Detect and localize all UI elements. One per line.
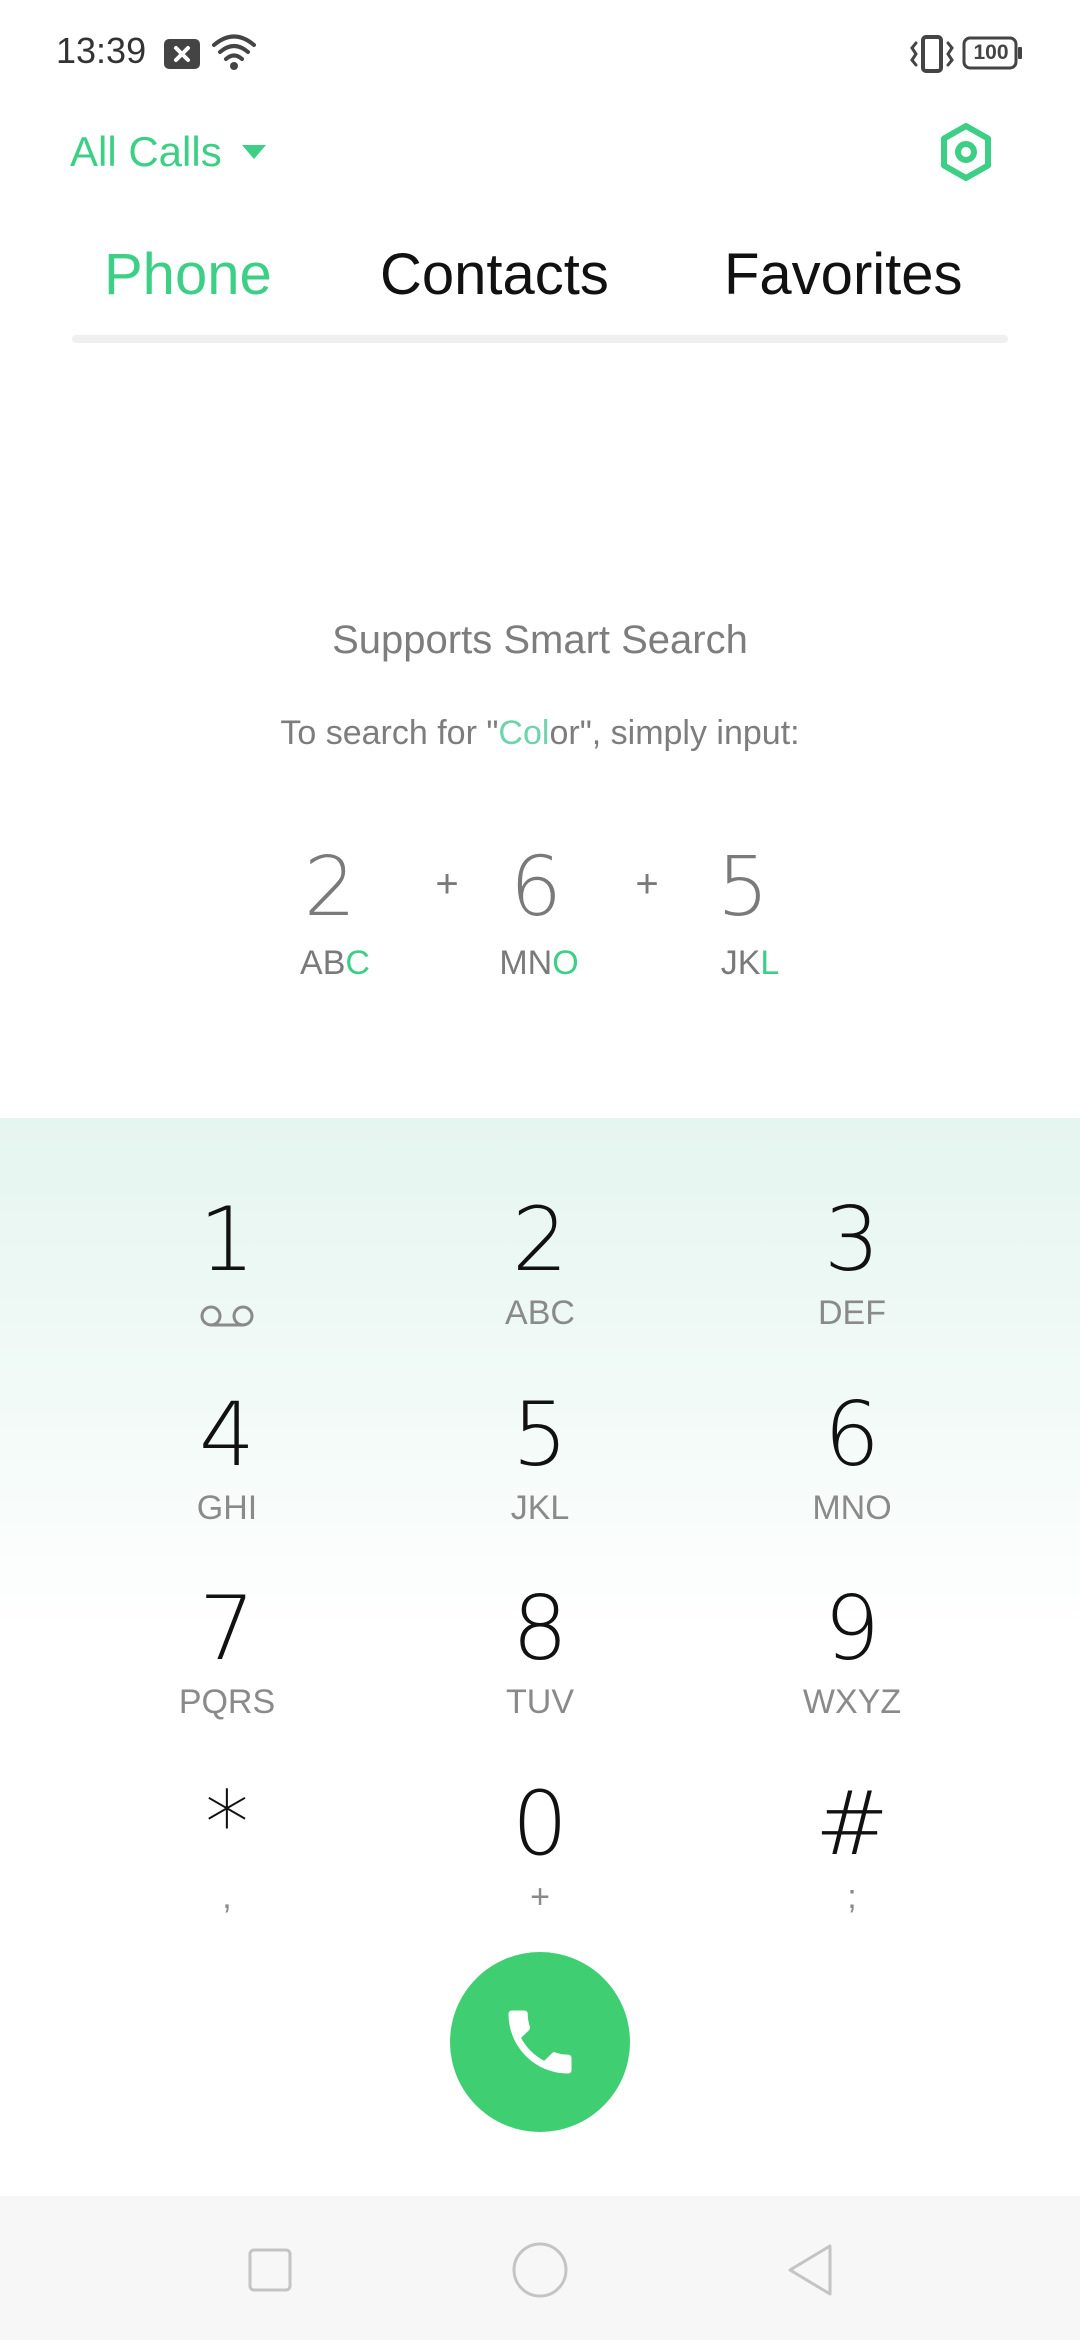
tab-favorites[interactable]: Favorites bbox=[724, 225, 963, 325]
example-digit: 5 bbox=[716, 840, 770, 935]
status-time: 13:39 bbox=[56, 30, 147, 71]
hint-highlight: Col bbox=[498, 714, 550, 752]
key-digit: 1 bbox=[199, 1188, 255, 1291]
key-7[interactable]: 7 PQRS bbox=[77, 1579, 377, 1759]
key-5[interactable]: 5 JKL bbox=[390, 1385, 690, 1565]
example-letters-plain: MN bbox=[499, 944, 553, 982]
status-bar: 13:39 100 bbox=[0, 0, 1080, 105]
recent-apps-icon[interactable] bbox=[240, 2240, 300, 2300]
example-letters: MNO bbox=[479, 944, 599, 983]
voicemail-icon bbox=[200, 1305, 254, 1327]
key-letters: TUV bbox=[506, 1683, 574, 1721]
example-letters-highlight: O bbox=[552, 944, 579, 982]
key-1[interactable]: 1 bbox=[77, 1190, 377, 1370]
key-digit: 6 bbox=[824, 1383, 880, 1486]
hint-mid: or bbox=[549, 714, 580, 752]
tab-phone[interactable]: Phone bbox=[104, 225, 272, 325]
battery-level: 100 bbox=[973, 41, 1009, 64]
settings-icon[interactable] bbox=[936, 122, 996, 182]
wifi-icon bbox=[212, 34, 256, 70]
key-digit: 3 bbox=[824, 1188, 880, 1291]
key-letters: WXYZ bbox=[802, 1683, 902, 1721]
example-letters: JKL bbox=[690, 944, 810, 983]
notification-icon bbox=[164, 39, 200, 69]
hint-suffix: ", simply input: bbox=[579, 714, 800, 752]
plus-sign: + bbox=[435, 862, 459, 906]
dialer-screen: 13:39 100 All Calls Phone Contacts Favor… bbox=[0, 0, 1080, 2340]
dropdown-arrow-icon bbox=[241, 145, 266, 159]
example-letters-highlight: L bbox=[760, 944, 780, 982]
key-digit: 4 bbox=[199, 1383, 255, 1486]
call-button[interactable] bbox=[450, 1952, 630, 2132]
key-letters: ABC bbox=[505, 1294, 575, 1332]
key-digit: # bbox=[815, 1772, 889, 1875]
key-star[interactable]: * , bbox=[77, 1774, 377, 1954]
example-digit: 2 bbox=[303, 840, 357, 935]
call-filter-label: All Calls bbox=[70, 128, 222, 175]
key-digit: 2 bbox=[512, 1188, 568, 1291]
home-icon[interactable] bbox=[510, 2240, 570, 2300]
tab-contacts[interactable]: Contacts bbox=[380, 225, 609, 325]
smart-search-subtitle: To search for "Color", simply input: bbox=[0, 714, 1080, 753]
tab-divider bbox=[72, 335, 1008, 343]
key-digit: 9 bbox=[824, 1577, 880, 1680]
key-digit: * bbox=[205, 1772, 249, 1875]
hint-prefix: To search for " bbox=[280, 714, 499, 752]
plus-sign: + bbox=[635, 862, 659, 906]
key-0[interactable]: 0 + bbox=[390, 1774, 690, 1954]
key-letters: , bbox=[222, 1878, 232, 1916]
key-letters: PQRS bbox=[178, 1683, 276, 1721]
tab-bar: Phone Contacts Favorites bbox=[72, 225, 1008, 335]
key-9[interactable]: 9 WXYZ bbox=[702, 1579, 1002, 1759]
navigation-bar bbox=[0, 2196, 1080, 2340]
key-digit: 5 bbox=[512, 1383, 568, 1486]
key-3[interactable]: 3 DEF bbox=[702, 1190, 1002, 1370]
key-letters: DEF bbox=[818, 1294, 886, 1332]
key-letters: MNO bbox=[812, 1489, 892, 1527]
key-letters: JKL bbox=[510, 1489, 570, 1527]
key-digit: 0 bbox=[512, 1772, 568, 1875]
example-digit: 6 bbox=[509, 840, 563, 935]
example-letters: ABC bbox=[275, 944, 395, 983]
example-letters-highlight: C bbox=[345, 944, 370, 982]
key-letters: + bbox=[530, 1878, 550, 1916]
back-icon[interactable] bbox=[780, 2240, 840, 2300]
key-6[interactable]: 6 MNO bbox=[702, 1385, 1002, 1565]
key-4[interactable]: 4 GHI bbox=[77, 1385, 377, 1565]
call-filter-dropdown[interactable]: All Calls bbox=[70, 120, 268, 184]
key-2[interactable]: 2 ABC bbox=[390, 1190, 690, 1370]
vibrate-icon bbox=[910, 35, 954, 73]
smart-search-title: Supports Smart Search bbox=[332, 618, 748, 662]
example-letters-plain: AB bbox=[300, 944, 346, 982]
key-digit: 8 bbox=[512, 1577, 568, 1680]
key-letters: GHI bbox=[196, 1489, 258, 1527]
example-letters-plain: JK bbox=[720, 944, 761, 982]
key-8[interactable]: 8 TUV bbox=[390, 1579, 690, 1759]
phone-icon bbox=[508, 2010, 572, 2074]
key-letters: ; bbox=[847, 1878, 857, 1916]
key-hash[interactable]: # ; bbox=[702, 1774, 1002, 1954]
key-digit: 7 bbox=[199, 1577, 255, 1680]
